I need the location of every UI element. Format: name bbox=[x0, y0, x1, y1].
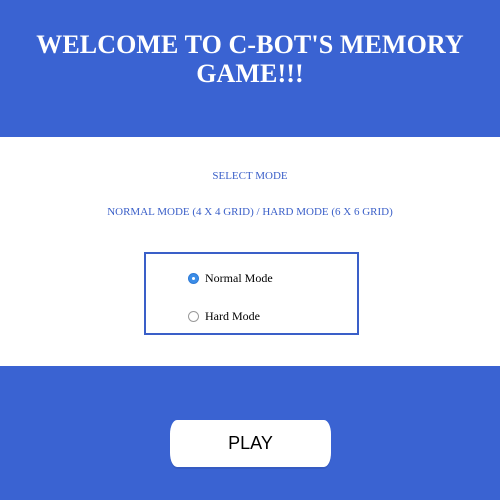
normal-mode-label[interactable]: Normal Mode bbox=[205, 271, 273, 285]
hard-mode-option[interactable]: Hard Mode bbox=[188, 309, 260, 323]
normal-mode-option[interactable]: Normal Mode bbox=[188, 271, 273, 285]
normal-mode-radio[interactable] bbox=[188, 272, 199, 284]
play-button[interactable]: PLAY bbox=[170, 420, 331, 467]
hard-mode-radio[interactable] bbox=[188, 310, 199, 322]
header-banner: WELCOME TO C-BOT'S MEMORY GAME!!! bbox=[0, 0, 500, 137]
mode-description: NORMAL MODE (4 X 4 GRID) / HARD MODE (6 … bbox=[107, 206, 393, 218]
hard-mode-label[interactable]: Hard Mode bbox=[205, 309, 260, 323]
mode-options-box: Normal Mode Hard Mode bbox=[144, 252, 359, 335]
title-line-2: GAME!!! bbox=[196, 59, 304, 88]
mode-selection-panel: SELECT MODE NORMAL MODE (4 X 4 GRID) / H… bbox=[0, 137, 500, 366]
select-mode-heading: SELECT MODE bbox=[212, 170, 288, 182]
page-title: WELCOME TO C-BOT'S MEMORY GAME!!! bbox=[10, 30, 490, 88]
title-line-1: WELCOME TO C-BOT'S MEMORY bbox=[36, 30, 464, 59]
